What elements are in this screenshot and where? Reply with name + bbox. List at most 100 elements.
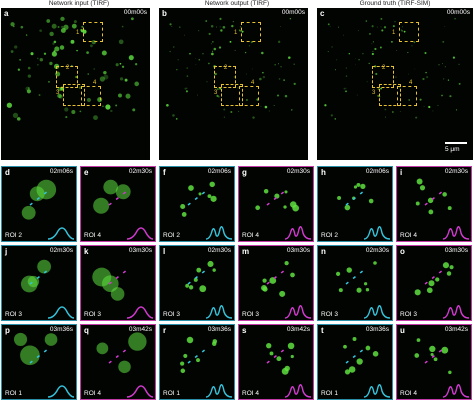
fluorescent-spot	[37, 259, 52, 274]
fluorescent-spot	[444, 26, 446, 27]
panel-l-zoom: l 02m30s ROI 3	[159, 245, 235, 321]
roi-label: ROI 3	[5, 311, 22, 318]
roi-label: ROI 3	[163, 311, 180, 318]
fluorescent-spot	[169, 50, 171, 53]
fluorescent-spot	[446, 271, 452, 276]
roi-box-1	[399, 22, 419, 42]
intensity-profile	[126, 385, 154, 398]
roi-number: 1	[234, 30, 238, 36]
timestamp: 03m36s	[365, 326, 389, 333]
fluorescent-spot	[355, 58, 356, 59]
panel-u-zoom: u 03m42s ROI 4	[396, 324, 472, 400]
fluorescent-spot	[6, 102, 13, 108]
fluorescent-spot	[399, 110, 401, 112]
fluorescent-spot	[93, 115, 98, 121]
panel-k-zoom: k 03m30s ROI 3	[80, 245, 156, 321]
fluorescent-spot	[119, 77, 124, 81]
timestamp: 02m06s	[207, 168, 231, 175]
fluorescent-spot	[365, 288, 370, 292]
fluorescent-spot	[290, 354, 294, 359]
fluorescent-spot	[44, 333, 58, 346]
fluorescent-spot	[208, 62, 210, 65]
fluorescent-spot	[118, 39, 124, 45]
fluorescent-spot	[232, 20, 235, 23]
panel-label: q	[84, 326, 89, 335]
roi-label: ROI 4	[242, 232, 259, 239]
fluorescent-spot	[70, 39, 75, 44]
zoomed-image	[414, 338, 470, 398]
fluorescent-spot	[437, 105, 439, 106]
fluorescent-spot	[259, 77, 262, 81]
fluorescent-spot	[10, 22, 15, 27]
fluorescent-spot	[284, 94, 288, 98]
fluorescent-spot	[43, 52, 47, 55]
fluorescent-spot	[380, 17, 383, 20]
fluorescent-spot	[177, 59, 179, 61]
fluorescent-spot	[371, 52, 374, 56]
timestamp: 03m42s	[128, 326, 152, 333]
zoomed-image	[20, 259, 75, 319]
fluorescent-spot	[279, 290, 286, 297]
roi-box-4	[81, 86, 101, 106]
fluorescent-spot	[90, 44, 93, 48]
fluorescent-spot	[10, 50, 14, 53]
roi-box-4	[239, 86, 259, 106]
fluorescent-spot	[356, 358, 363, 365]
fluorescent-spot	[365, 345, 371, 351]
fluorescent-spot	[293, 82, 296, 86]
panel-label: a	[4, 9, 9, 18]
intensity-profile	[205, 384, 233, 398]
fluorescent-spot	[414, 68, 416, 70]
fluorescent-spot	[392, 25, 395, 28]
fluorescent-spot	[372, 50, 374, 52]
fluorescent-spot	[13, 332, 28, 346]
fluorescent-spot	[432, 110, 434, 112]
fluorescent-spot	[234, 50, 236, 52]
fluorescent-spot	[356, 94, 358, 96]
panel-label: n	[321, 247, 326, 256]
fluorescent-spot	[79, 110, 82, 113]
fluorescent-spot	[284, 190, 288, 194]
intensity-profile	[284, 226, 312, 240]
fluorescent-spot	[103, 74, 109, 80]
zoomed-image	[180, 181, 233, 240]
panel-label: p	[5, 326, 10, 335]
fluorescent-spot	[266, 343, 272, 349]
fluorescent-spot	[344, 204, 351, 211]
fluorescent-spot	[363, 282, 368, 286]
panel-label: g	[242, 168, 247, 177]
fluorescent-spot	[278, 63, 279, 65]
zoomed-image	[337, 182, 391, 240]
fluorescent-spot	[39, 29, 42, 32]
fluorescent-spot	[188, 185, 194, 191]
panel-d-zoom: d 02m06s ROI 2	[1, 166, 77, 242]
fluorescent-spot	[188, 285, 194, 290]
panel-m-zoom: m 03m30s ROI 3	[238, 245, 314, 321]
fluorescent-spot	[206, 81, 208, 83]
timestamp: 02m30s	[365, 247, 389, 254]
fluorescent-spot	[338, 288, 343, 293]
fluorescent-spot	[185, 90, 188, 93]
fluorescent-spot	[223, 116, 225, 118]
fluorescent-spot	[372, 351, 379, 357]
fluorescent-spot	[452, 56, 456, 59]
panel-h-zoom: h 02m06s ROI 2	[317, 166, 393, 242]
panel-i-zoom: i 02m30s ROI 4	[396, 166, 472, 242]
fluorescent-spot	[415, 201, 420, 206]
fluorescent-spot	[384, 116, 386, 118]
intensity-profile	[284, 384, 312, 398]
fluorescent-spot	[121, 25, 124, 28]
fluorescent-spot	[49, 31, 54, 37]
fluorescent-spot	[458, 63, 460, 65]
fluorescent-spot	[428, 105, 431, 109]
roi-label: ROI 4	[84, 232, 101, 239]
roi-number: 3	[372, 90, 376, 96]
zoomed-image	[13, 332, 75, 398]
fluorescent-spot	[207, 194, 212, 199]
fluorescent-spot	[51, 23, 57, 29]
fluorescent-spot	[366, 81, 368, 83]
fluorescent-spot	[71, 109, 76, 115]
fluorescent-spot	[197, 29, 200, 32]
fluorescent-spot	[343, 344, 347, 349]
intensity-profile	[47, 385, 75, 398]
